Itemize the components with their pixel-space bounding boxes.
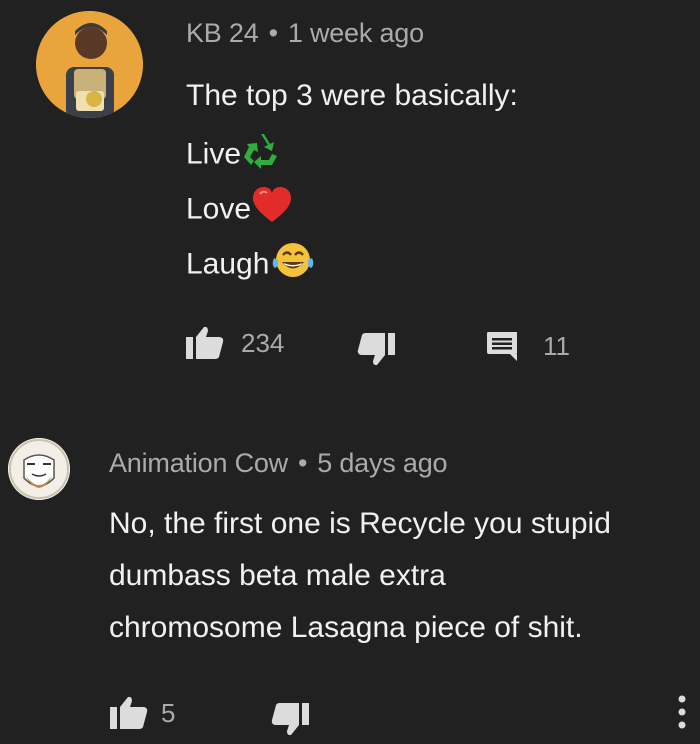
author-name[interactable]: KB 24 — [186, 18, 259, 48]
comment-line: chromosome Lasagna piece of shit. — [109, 608, 583, 648]
like-count: 5 — [161, 697, 176, 728]
dislike-button[interactable] — [356, 332, 396, 366]
avatar[interactable] — [8, 438, 70, 500]
comment-text: No, the first one is Recycle you stupid — [109, 507, 611, 540]
author-name[interactable]: Animation Cow — [109, 448, 288, 478]
comment-animation-cow: Animation Cow • 5 days ago No, the first o… — [0, 400, 700, 744]
comment-line: No, the first one is Recycle you stupid — [109, 504, 611, 544]
more-vert-icon — [676, 694, 688, 730]
thumbs-down-icon — [270, 702, 310, 736]
thumbs-up-icon — [185, 326, 225, 360]
comment-text: dumbass beta male extra — [109, 559, 446, 592]
separator: • — [297, 448, 308, 478]
comment-text: Love — [186, 192, 252, 226]
timestamp[interactable]: 1 week ago — [288, 18, 424, 48]
comment-kb24: KB 24 • 1 week ago The top 3 were basicall… — [0, 0, 700, 400]
heart-icon — [251, 186, 293, 235]
reply-button[interactable]: 11 — [485, 330, 570, 362]
comment-line: Live — [186, 131, 281, 180]
comment-text: Live — [186, 137, 242, 171]
like-button[interactable]: 234 — [185, 326, 284, 360]
comment-text: Laugh — [186, 247, 270, 281]
comment-line: Laugh — [186, 241, 315, 290]
thumbs-down-icon — [356, 332, 396, 366]
like-count: 234 — [241, 327, 285, 358]
comment-reply-icon — [485, 330, 519, 362]
comment-meta: Animation Cow • 5 days ago — [109, 448, 448, 479]
more-options-button[interactable] — [676, 694, 688, 730]
comments-screen: KB 24 • 1 week ago The top 3 were basicall… — [0, 0, 700, 744]
timestamp[interactable]: 5 days ago — [317, 448, 447, 478]
comment-text: The top 3 were basically: — [186, 79, 518, 112]
thumbs-up-icon — [109, 696, 149, 730]
tears-of-joy-icon — [271, 241, 315, 290]
comment-meta: KB 24 • 1 week ago — [186, 18, 424, 49]
avatar[interactable] — [36, 11, 143, 118]
recycle-icon — [241, 131, 281, 180]
comment-line: Love — [186, 186, 293, 235]
dislike-button[interactable] — [270, 702, 310, 736]
reply-count: 11 — [543, 330, 570, 361]
separator: • — [268, 18, 278, 48]
like-button[interactable]: 5 — [109, 696, 175, 730]
comment-line: The top 3 were basically: — [186, 76, 518, 116]
comment-line: dumbass beta male extra — [109, 556, 446, 596]
comment-text: chromosome Lasagna piece of shit. — [109, 611, 583, 644]
